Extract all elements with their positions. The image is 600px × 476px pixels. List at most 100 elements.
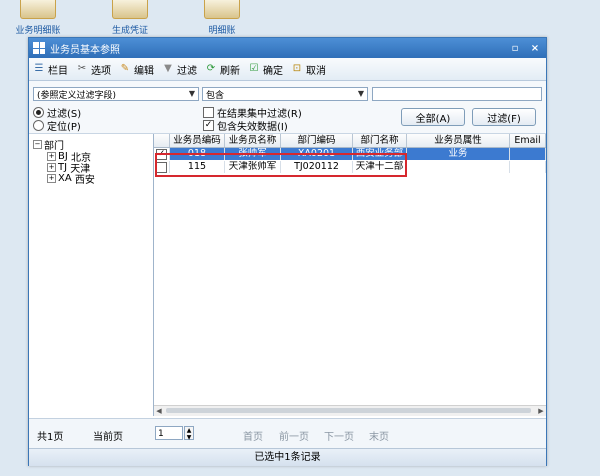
scroll-right-icon[interactable]: ▶ — [536, 406, 546, 416]
desktop-icon-generate-voucher[interactable]: 生成凭证 — [100, 0, 160, 36]
include-invalid-checkbox[interactable]: ✓ 包含失效数据(I) — [203, 118, 288, 133]
checkbox-checked-icon: ✓ — [156, 148, 167, 160]
chevron-down-icon: ▼ — [357, 89, 364, 98]
scissors-icon: ✂ — [77, 63, 87, 74]
cell-code: 018 — [170, 148, 225, 160]
columns-label: 栏目 — [48, 65, 68, 77]
cell-code: 115 — [170, 161, 225, 173]
column-header[interactable]: 业务员编码 — [170, 134, 225, 147]
field-select[interactable]: (参照定义过滤字段) ▼ — [33, 87, 199, 101]
ledger-icon — [204, 0, 240, 19]
cancel-button[interactable]: ⊡ 取消 — [291, 62, 326, 77]
radio-checked-icon — [33, 107, 44, 118]
pager: 共1页 当前页 1 ▲ ▼ 首页 前一页 下一页 末页 — [29, 418, 546, 449]
condition-select[interactable]: 包含 ▼ — [202, 87, 368, 101]
voucher-star-icon — [112, 0, 148, 19]
cell-dept-code: XA0201 — [281, 148, 353, 160]
cell-dept-name: 西安业务部 — [353, 148, 407, 160]
refresh-label: 刷新 — [220, 65, 240, 77]
refresh-button[interactable]: ⟳ 刷新 — [205, 62, 240, 77]
first-page-link[interactable]: 首页 — [243, 428, 263, 443]
desktop-icon-business-detail[interactable]: 业务明细账 — [8, 0, 68, 36]
edit-button[interactable]: ✎ 编辑 — [119, 62, 154, 77]
close-button[interactable]: × — [528, 41, 542, 55]
salesperson-reference-window: 业务员基本参照 ▫ × ☰ 栏目 ✂ 选项 ✎ 编辑 ▼ 过滤 ⟳ 刷新 ☑ 确… — [28, 37, 547, 466]
ledger-icon — [20, 0, 56, 19]
cell-attribute — [407, 161, 510, 173]
cell-email — [510, 161, 546, 173]
prev-page-link[interactable]: 前一页 — [279, 428, 309, 443]
filter-label: 过滤 — [177, 65, 197, 77]
expand-icon[interactable]: + — [47, 174, 56, 183]
collapse-icon[interactable]: − — [33, 140, 42, 149]
current-page-input[interactable]: 1 — [155, 426, 183, 440]
refresh-icon: ⟳ — [206, 63, 216, 74]
mode-locate-radio[interactable]: 定位(P) — [33, 118, 81, 133]
status-bar: 已选中1条记录 — [29, 448, 546, 466]
checkbox-unchecked-icon — [156, 161, 167, 173]
mode-locate-label: 定位(P) — [47, 122, 81, 133]
page-spinner[interactable]: ▲ ▼ — [184, 426, 194, 441]
table-row[interactable]: ✓ 018 张帅军 XA0201 西安业务部 业务 — [154, 148, 546, 160]
row-checkbox[interactable]: ✓ — [154, 148, 170, 160]
window-title: 业务员基本参照 — [50, 44, 120, 56]
column-header[interactable]: 业务员属性 — [407, 134, 510, 147]
filter-button[interactable]: ▼ 过滤 — [162, 62, 197, 77]
row-checkbox[interactable] — [154, 161, 170, 173]
field-select-value: (参照定义过滤字段) — [37, 90, 117, 101]
checkbox-checked-icon: ✓ — [203, 120, 214, 131]
radio-unchecked-icon — [33, 120, 44, 131]
columns-icon: ☰ — [34, 63, 44, 74]
options-button[interactable]: ✂ 选项 — [76, 62, 111, 77]
desktop-icon-label: 生成凭证 — [111, 26, 148, 36]
confirm-button[interactable]: ☑ 确定 — [248, 62, 283, 77]
column-header[interactable]: 部门名称 — [353, 134, 407, 147]
department-tree: − 部门 + BJ 北京 + TJ 天津 + XA 西安 — [29, 134, 154, 416]
column-header[interactable]: 业务员名称 — [225, 134, 281, 147]
title-bar[interactable]: 业务员基本参照 ▫ × — [29, 38, 546, 58]
options-label: 选项 — [91, 65, 111, 77]
check-icon: ☑ — [249, 63, 259, 74]
filter-panel: (参照定义过滤字段) ▼ 包含 ▼ 过滤(S) 定位(P) 在结果集中过滤(R)… — [29, 81, 546, 134]
column-header[interactable]: 部门编码 — [281, 134, 353, 147]
app-grid-icon — [33, 42, 45, 54]
filter-value-input[interactable] — [372, 87, 542, 101]
cell-attribute: 业务 — [407, 148, 510, 160]
current-page-label: 当前页 — [93, 432, 123, 443]
grid-header: 业务员编码 业务员名称 部门编码 部门名称 业务员属性 Email — [154, 134, 546, 148]
scroll-left-icon[interactable]: ◀ — [154, 406, 164, 416]
column-header[interactable]: Email — [510, 134, 546, 147]
condition-select-value: 包含 — [206, 90, 225, 101]
cell-email — [510, 148, 546, 160]
funnel-icon: ▼ — [164, 63, 172, 74]
last-page-link[interactable]: 末页 — [369, 428, 389, 443]
desktop-icon-detail-ledger[interactable]: 明细账 — [192, 0, 252, 36]
tree-node-name: 西安 — [74, 175, 95, 186]
restore-button[interactable]: ▫ — [508, 41, 522, 55]
columns-button[interactable]: ☰ 栏目 — [33, 62, 68, 77]
show-all-button[interactable]: 全部(A) — [401, 108, 465, 126]
toolbar: ☰ 栏目 ✂ 选项 ✎ 编辑 ▼ 过滤 ⟳ 刷新 ☑ 确定 ⊡ 取消 — [29, 58, 546, 81]
apply-filter-button[interactable]: 过滤(F) — [472, 108, 536, 126]
cancel-label: 取消 — [306, 65, 326, 77]
desktop-icon-label: 明细账 — [208, 26, 236, 36]
checkbox-unchecked-icon — [203, 107, 214, 118]
tree-node-code: XA — [58, 173, 72, 184]
salesperson-grid: 业务员编码 业务员名称 部门编码 部门名称 业务员属性 Email ✓ 018 … — [154, 134, 546, 416]
cell-dept-code: TJ020112 — [281, 161, 353, 173]
header-check — [154, 134, 170, 147]
horizontal-scrollbar[interactable]: ◀ ▶ — [154, 405, 546, 416]
cell-name: 张帅军 — [225, 148, 281, 160]
edit-label: 编辑 — [134, 65, 154, 77]
cell-name: 天津张帅军 — [225, 161, 281, 173]
chevron-down-icon: ▼ — [188, 89, 195, 98]
include-invalid-label: 包含失效数据(I) — [217, 122, 288, 133]
total-pages: 共1页 — [37, 432, 64, 443]
scrollbar-thumb[interactable] — [166, 408, 531, 413]
desktop-icon-label: 业务明细账 — [15, 26, 61, 36]
cell-dept-name: 天津十二部 — [353, 161, 407, 173]
tree-node-xa[interactable]: + XA 西安 — [47, 171, 95, 186]
table-row[interactable]: 115 天津张帅军 TJ020112 天津十二部 — [154, 161, 546, 173]
next-page-link[interactable]: 下一页 — [324, 428, 354, 443]
pencil-icon: ✎ — [120, 63, 130, 74]
